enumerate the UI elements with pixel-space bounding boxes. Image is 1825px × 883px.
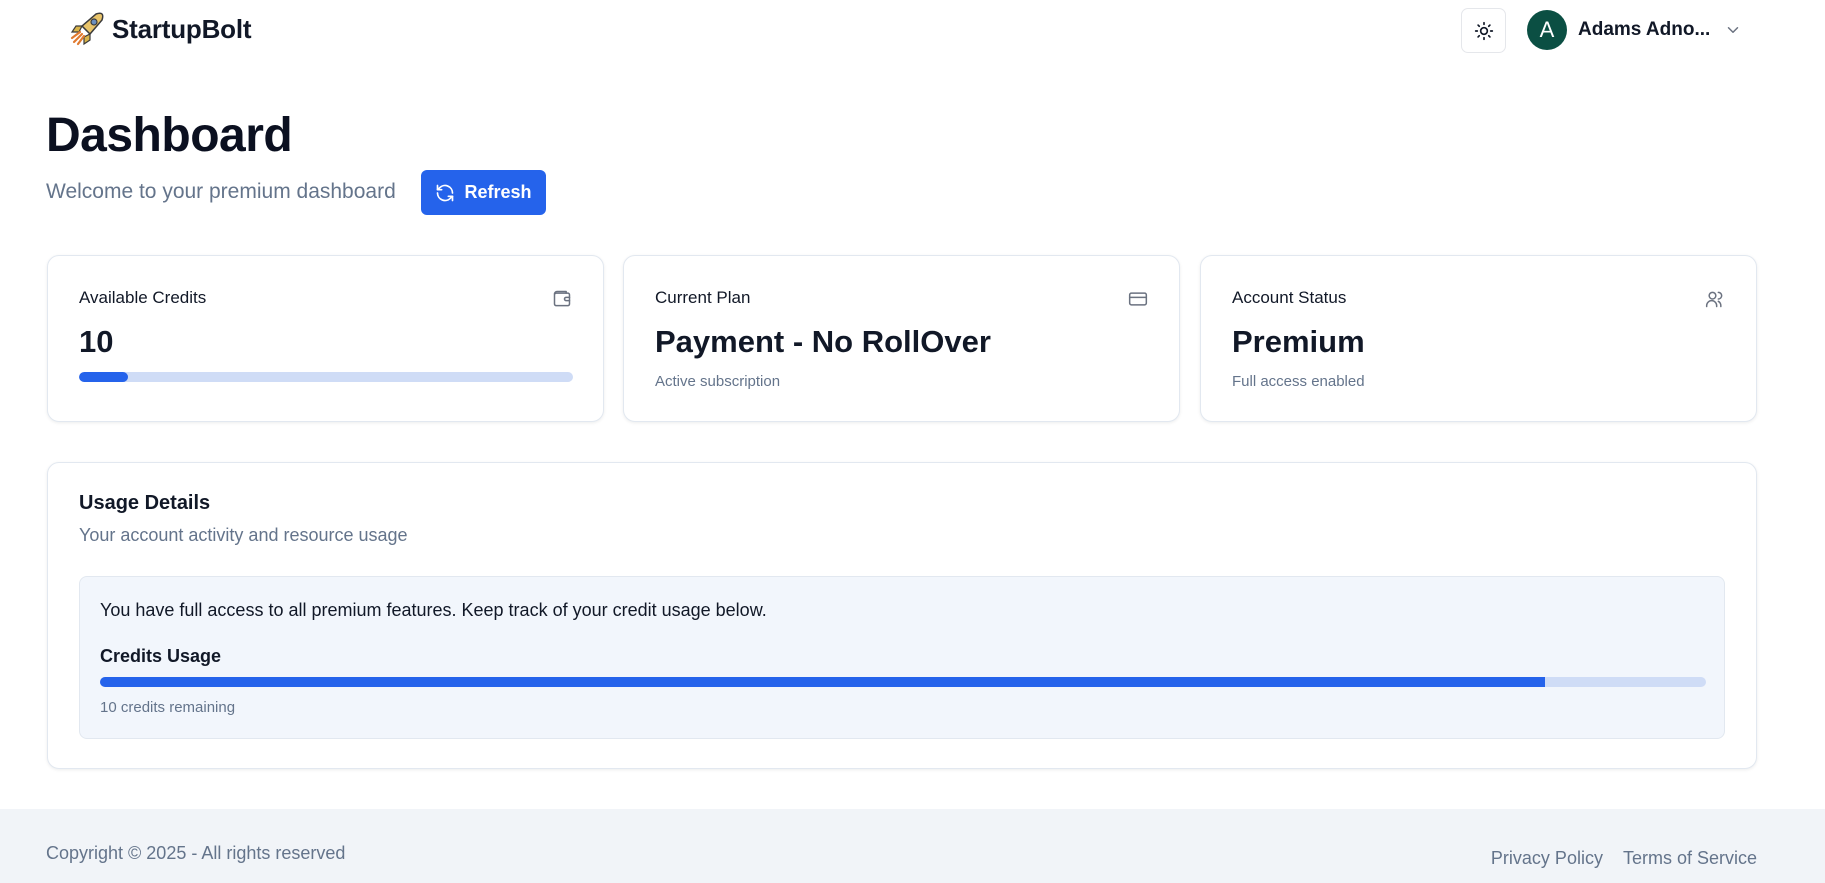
users-icon xyxy=(1705,291,1723,308)
brand-name: StartupBolt xyxy=(112,13,252,44)
brand[interactable]: StartupBolt xyxy=(66,8,252,50)
current-plan-card: Current Plan Payment - No RollOver Activ… xyxy=(623,255,1180,422)
rocket-icon xyxy=(70,12,104,46)
sun-icon xyxy=(1474,21,1493,40)
page-subtitle: Welcome to your premium dashboard xyxy=(46,180,396,203)
chevron-down-icon[interactable] xyxy=(1724,21,1742,39)
wallet-icon xyxy=(553,290,571,307)
available-credits-card: Available Credits 10 xyxy=(47,255,604,422)
user-menu[interactable]: A Adams Adno... xyxy=(1527,10,1742,50)
avatar: A xyxy=(1527,10,1567,50)
status-sub: Full access enabled xyxy=(1232,373,1365,390)
account-status-card: Account Status Premium Full access enabl… xyxy=(1200,255,1757,422)
refresh-icon xyxy=(437,184,454,201)
terms-of-service-link[interactable]: Terms of Service xyxy=(1623,848,1757,869)
card-label: Current Plan xyxy=(655,288,751,307)
credits-value: 10 xyxy=(79,324,114,359)
usage-info-box: You have full access to all premium feat… xyxy=(79,576,1725,739)
footer: Copyright © 2025 - All rights reserved P… xyxy=(0,809,1825,883)
app-header: StartupBolt A Adams Adno... xyxy=(0,0,1825,62)
usage-info-text: You have full access to all premium feat… xyxy=(100,600,767,620)
usage-title: Usage Details xyxy=(79,492,211,514)
status-value: Premium xyxy=(1232,324,1365,359)
credits-usage-label: Credits Usage xyxy=(100,646,222,666)
plan-value: Payment - No RollOver xyxy=(655,324,991,359)
refresh-button[interactable]: Refresh xyxy=(421,170,546,215)
theme-toggle-button[interactable] xyxy=(1461,8,1506,53)
page-title: Dashboard xyxy=(46,109,293,162)
user-name: Adams Adno... xyxy=(1578,19,1711,40)
credits-progress-bar xyxy=(79,372,573,382)
credits-usage-fill xyxy=(100,677,1546,687)
privacy-policy-link[interactable]: Privacy Policy xyxy=(1491,848,1603,869)
footer-links: Privacy Policy Terms of Service xyxy=(1471,848,1757,869)
card-label: Account Status xyxy=(1232,288,1347,307)
copyright-text: Copyright © 2025 - All rights reserved xyxy=(46,843,346,863)
credits-remaining-text: 10 credits remaining xyxy=(100,699,236,716)
credits-progress-fill xyxy=(79,372,129,382)
credit-card-icon xyxy=(1128,292,1148,306)
credits-usage-bar xyxy=(100,677,1706,687)
usage-details-panel: Usage Details Your account activity and … xyxy=(47,462,1757,769)
card-label: Available Credits xyxy=(79,288,207,307)
plan-sub: Active subscription xyxy=(655,373,781,390)
usage-description: Your account activity and resource usage xyxy=(79,525,408,545)
refresh-button-label: Refresh xyxy=(464,182,532,202)
